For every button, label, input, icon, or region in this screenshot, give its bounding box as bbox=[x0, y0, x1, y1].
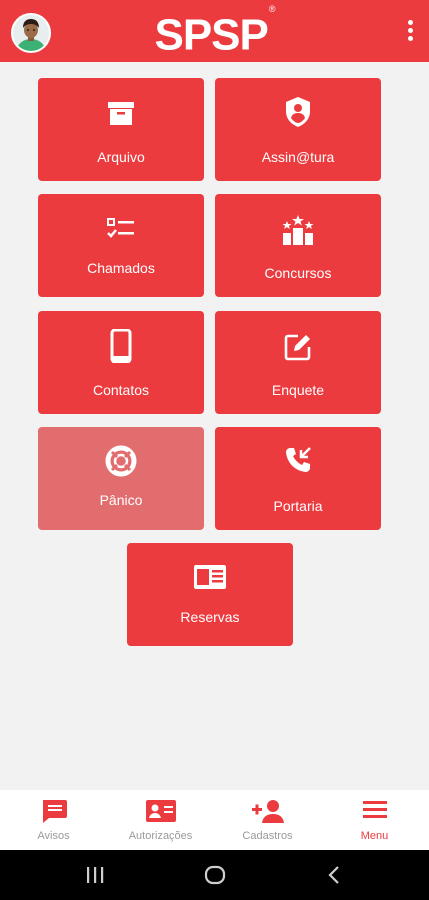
nav-cadastros[interactable]: Cadastros bbox=[214, 790, 321, 850]
nav-avisos[interactable]: Avisos bbox=[0, 790, 107, 850]
bottom-navigation: Avisos Autorizações Cadastros Menu bbox=[0, 790, 429, 850]
home-icon[interactable] bbox=[203, 865, 227, 885]
tile-label: Portaria bbox=[273, 498, 323, 514]
tile-label: Chamados bbox=[87, 260, 155, 276]
tile-concursos[interactable]: Concursos bbox=[215, 194, 381, 297]
phone-incoming-icon bbox=[286, 447, 311, 472]
tile-assinatura[interactable]: Assin@tura bbox=[215, 78, 381, 181]
tile-contatos[interactable]: Contatos bbox=[38, 311, 204, 414]
tile-panico[interactable]: Pânico bbox=[38, 427, 204, 530]
lifebuoy-icon bbox=[105, 445, 137, 477]
tile-label: Enquete bbox=[271, 382, 325, 398]
back-icon[interactable] bbox=[325, 865, 345, 885]
nav-label: Autorizações bbox=[128, 830, 193, 842]
tile-label: Arquivo bbox=[97, 149, 145, 165]
edit-icon bbox=[284, 334, 311, 361]
nav-menu[interactable]: Menu bbox=[321, 790, 428, 850]
nav-label: Cadastros bbox=[242, 830, 293, 842]
hamburger-icon bbox=[362, 801, 387, 818]
nav-autorizacoes[interactable]: Autorizações bbox=[107, 790, 214, 850]
tile-label: Pânico bbox=[99, 492, 143, 508]
tile-label: Assin@tura bbox=[261, 149, 335, 165]
tile-enquete[interactable]: Enquete bbox=[215, 311, 381, 414]
kebab-menu-icon[interactable] bbox=[405, 20, 415, 44]
checklist-icon bbox=[107, 218, 134, 238]
announcement-icon bbox=[42, 800, 67, 823]
tile-label: Contatos bbox=[92, 382, 150, 398]
tile-portaria[interactable]: Portaria bbox=[215, 427, 381, 530]
tile-reservas[interactable]: Reservas bbox=[127, 543, 293, 646]
nav-label: Avisos bbox=[37, 830, 70, 842]
archive-icon bbox=[108, 102, 134, 125]
app-logo-text: SPSP bbox=[154, 10, 268, 60]
shield-user-icon bbox=[286, 97, 310, 127]
phone-icon bbox=[110, 329, 132, 363]
registered-mark: ® bbox=[268, 4, 276, 14]
reservation-card-icon bbox=[194, 565, 226, 589]
top-app-bar: SPSP® bbox=[0, 0, 429, 62]
add-user-icon bbox=[251, 800, 284, 823]
tile-arquivo[interactable]: Arquivo bbox=[38, 78, 204, 181]
tile-label: Reservas bbox=[180, 609, 240, 625]
podium-stars-icon bbox=[282, 215, 314, 245]
nav-label: Menu bbox=[360, 830, 389, 842]
app-logo: SPSP® bbox=[0, 4, 429, 61]
tile-label: Concursos bbox=[264, 265, 332, 281]
id-card-icon bbox=[145, 800, 176, 822]
system-navigation-bar bbox=[0, 850, 429, 900]
tile-chamados[interactable]: Chamados bbox=[38, 194, 204, 297]
recent-apps-icon[interactable] bbox=[84, 865, 106, 885]
